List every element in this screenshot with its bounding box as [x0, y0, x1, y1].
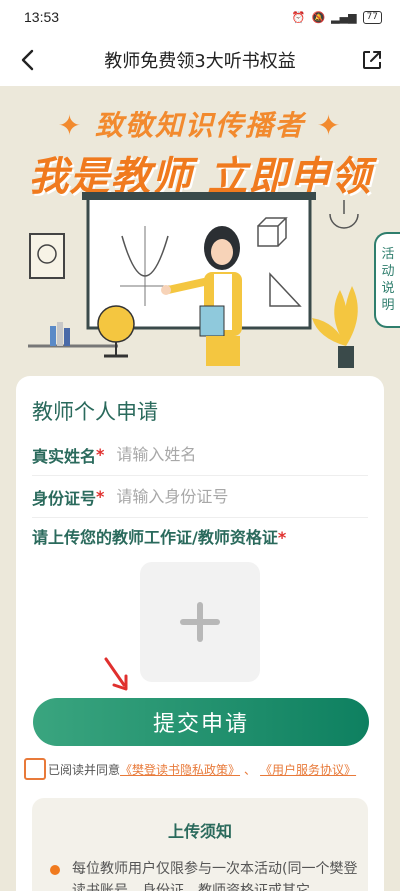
notice-item: 每位教师用户仅限参与一次本活动(同一个樊登读书账号、身份证、教师资格证或其它 [72, 861, 358, 891]
required-mark: * [96, 487, 105, 506]
form-title: 教师个人申请 [32, 400, 158, 424]
mute-icon: 🔕 [311, 10, 326, 24]
agreement-checkbox[interactable] [24, 758, 46, 780]
teacher-illustration [28, 192, 359, 368]
activity-rules-char: 说 [381, 281, 395, 296]
hero-subtitle: ✦ 致敬知识传播者 ✦ [57, 109, 343, 142]
status-bar: 13:53 ⏰ 🔕 ▂▄▆ 77 [0, 0, 400, 34]
agreement-prefix: 已阅读并同意 [48, 762, 121, 777]
alarm-icon: ⏰ [291, 10, 306, 24]
id-number-input[interactable] [116, 487, 357, 506]
back-arrow-icon [21, 49, 34, 71]
hero-banner: ✦ 致敬知识传播者 ✦ 我是教师 立即申领 [0, 86, 400, 386]
nav-bar: 教师免费领3大听书权益 [0, 34, 400, 86]
name-label: 真实姓名 [32, 446, 97, 466]
id-field-row: 身份证号 * [32, 476, 368, 518]
privacy-policy-link[interactable]: 《樊登读书隐私政策》 [120, 761, 240, 778]
name-field-row: 真实姓名 * [32, 434, 368, 476]
activity-rules-tab[interactable]: 活 动 说 明 [374, 232, 400, 328]
back-button[interactable] [12, 44, 44, 76]
signal-icon: ▂▄▆ [331, 10, 357, 24]
upload-certificate-button[interactable] [140, 562, 260, 682]
name-input[interactable] [116, 445, 357, 464]
bullet-icon [50, 865, 60, 875]
status-time: 13:53 [24, 9, 60, 25]
required-mark: * [277, 528, 287, 547]
service-agreement-link[interactable]: 《用户服务协议》 [260, 761, 356, 778]
upload-label-text: 请上传您的教师工作证/教师资格证 [32, 528, 278, 547]
upload-notice: 上传须知 每位教师用户仅限参与一次本活动(同一个樊登读书账号、身份证、教师资格证… [32, 798, 368, 891]
required-mark: * [96, 445, 105, 464]
agreement-row: 已阅读并同意 《樊登读书隐私政策》 、 《用户服务协议》 [24, 758, 356, 780]
battery-icon: 77 [362, 10, 382, 24]
upload-label: 请上传您的教师工作证/教师资格证* [32, 524, 286, 548]
red-arrow-icon [104, 657, 128, 691]
page-title: 教师免费领3大听书权益 [104, 51, 296, 72]
share-button[interactable] [356, 44, 388, 76]
activity-rules-char: 动 [381, 264, 395, 279]
share-icon [363, 51, 381, 69]
activity-rules-char: 活 [381, 247, 395, 262]
agreement-separator: 、 [244, 762, 257, 777]
notice-title: 上传须知 [167, 822, 232, 841]
activity-rules-char: 明 [381, 298, 395, 313]
status-icons: ⏰ 🔕 ▂▄▆ 77 [291, 10, 382, 24]
submit-application-button[interactable]: 提交申请 [33, 698, 369, 746]
plus-icon [180, 602, 220, 642]
id-label: 身份证号 [32, 488, 97, 508]
